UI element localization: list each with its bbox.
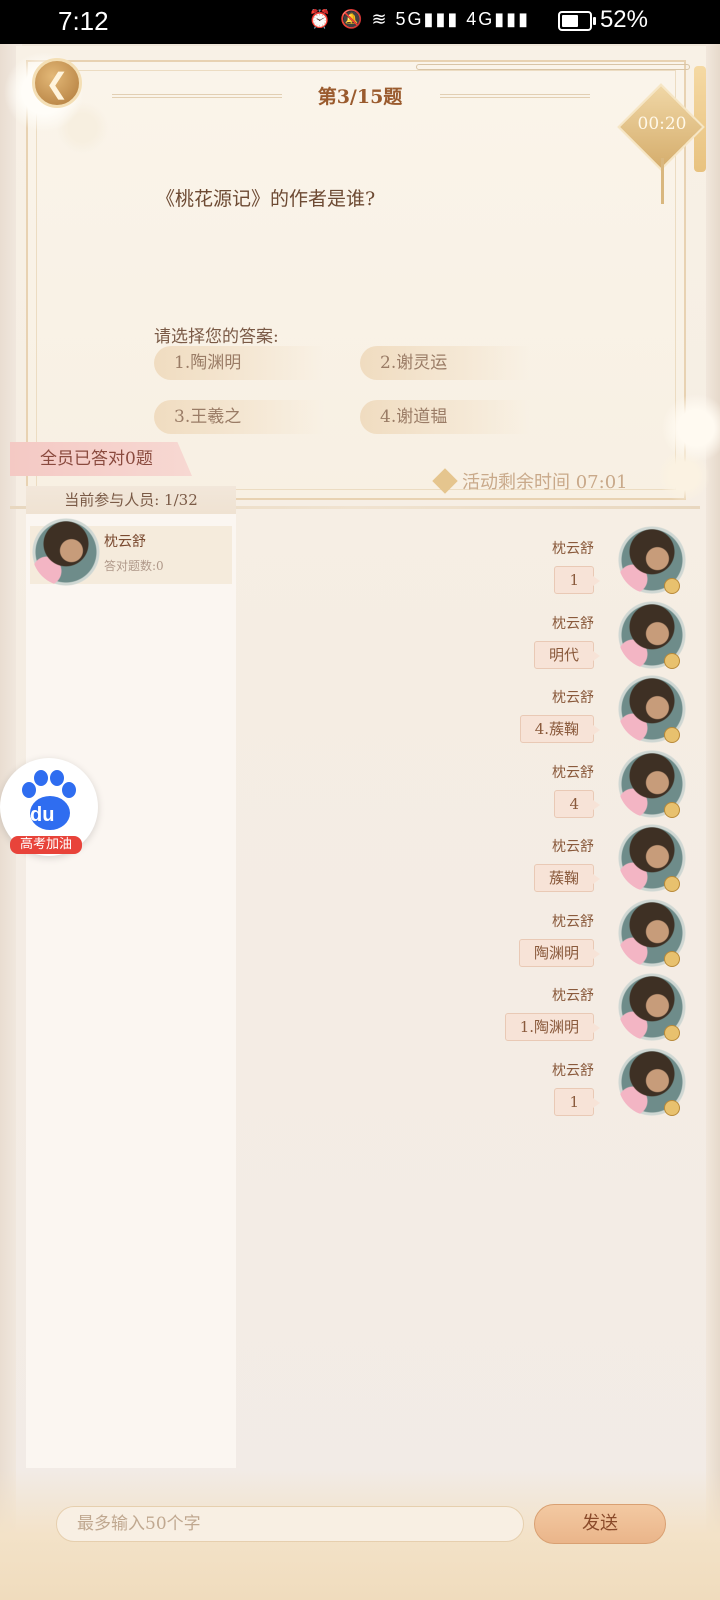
avatar-badge-icon [664,1025,680,1041]
avatar-badge-icon [664,727,680,743]
question-frame-inner [36,70,676,490]
countdown-timer: 00:20 [637,114,687,134]
message-bubble: 1.陶渊明 [504,1013,601,1041]
message-sender-name: 枕云舒 [552,839,594,855]
status-icons: ⏰ 🔕 ≋ 5G▮▮▮ 4G▮▮▮ [308,9,530,29]
avatar-badge-icon [664,876,680,892]
message-bubble: 4 [554,790,600,818]
message-sender-name: 枕云舒 [552,1063,594,1079]
answer-option-4[interactable]: 4.谢道韫 [360,400,530,434]
answer-option-3[interactable]: 3.王羲之 [154,400,324,434]
battery-percent: 52% [599,6,648,33]
diamond-icon [432,468,458,494]
message-bubble: 明代 [533,641,601,669]
participant-avatar [32,518,100,586]
question-counter: 第3/15题 [317,86,403,108]
message-sender-name: 枕云舒 [552,765,594,781]
send-button[interactable]: 发送 [534,1504,666,1544]
message-sender-name: 枕云舒 [552,541,594,557]
tassel-icon [661,158,664,204]
message-bubble: 1 [554,566,600,594]
message-bubble: 1 [554,1088,600,1116]
chat-input[interactable] [56,1506,524,1542]
avatar-badge-icon [664,802,680,818]
battery-tip [593,17,596,25]
baidu-floating-button[interactable]: du 高考加油 [0,758,98,856]
avatar-badge-icon [664,951,680,967]
avatar-badge-icon [664,653,680,669]
status-bar: 7:12 ⏰ 🔕 ≋ 5G▮▮▮ 4G▮▮▮ 52% [0,0,720,44]
participants-title: 当前参与人员: 1/32 [26,486,236,514]
message-bubble: 4.蔟鞠 [519,715,601,743]
participant-score: 答对题数:0 [104,559,164,573]
scroll-right-edge [706,44,720,1600]
flower-decoration-right-icon [660,380,720,500]
status-time: 7:12 [58,6,109,36]
question-text: 《桃花源记》的作者是谁? [156,188,376,210]
answer-option-2[interactable]: 2.谢灵运 [360,346,530,380]
remaining-time: 活动剩余时间 07:01 [432,468,628,494]
battery-icon [558,11,592,31]
answer-prompt: 请选择您的答案: [154,327,279,347]
answer-option-1[interactable]: 1.陶渊明 [154,346,324,380]
deco-rail [416,64,690,70]
baidu-logo-text: du [30,804,55,826]
participants-panel [26,488,236,1468]
message-bubble: 蔟鞠 [533,864,601,892]
avatar-badge-icon [664,578,680,594]
correct-count-banner: 全员已答对0题 [10,442,192,476]
baidu-tag: 高考加油 [10,836,82,854]
message-sender-name: 枕云舒 [552,616,594,632]
message-bubble: 陶渊明 [518,939,601,967]
participant-name: 枕云舒 [104,534,146,550]
message-sender-name: 枕云舒 [552,914,594,930]
avatar-badge-icon [664,1100,680,1116]
message-sender-name: 枕云舒 [552,690,594,706]
message-sender-name: 枕云舒 [552,988,594,1004]
remaining-time-text: 活动剩余时间 07:01 [462,472,628,493]
